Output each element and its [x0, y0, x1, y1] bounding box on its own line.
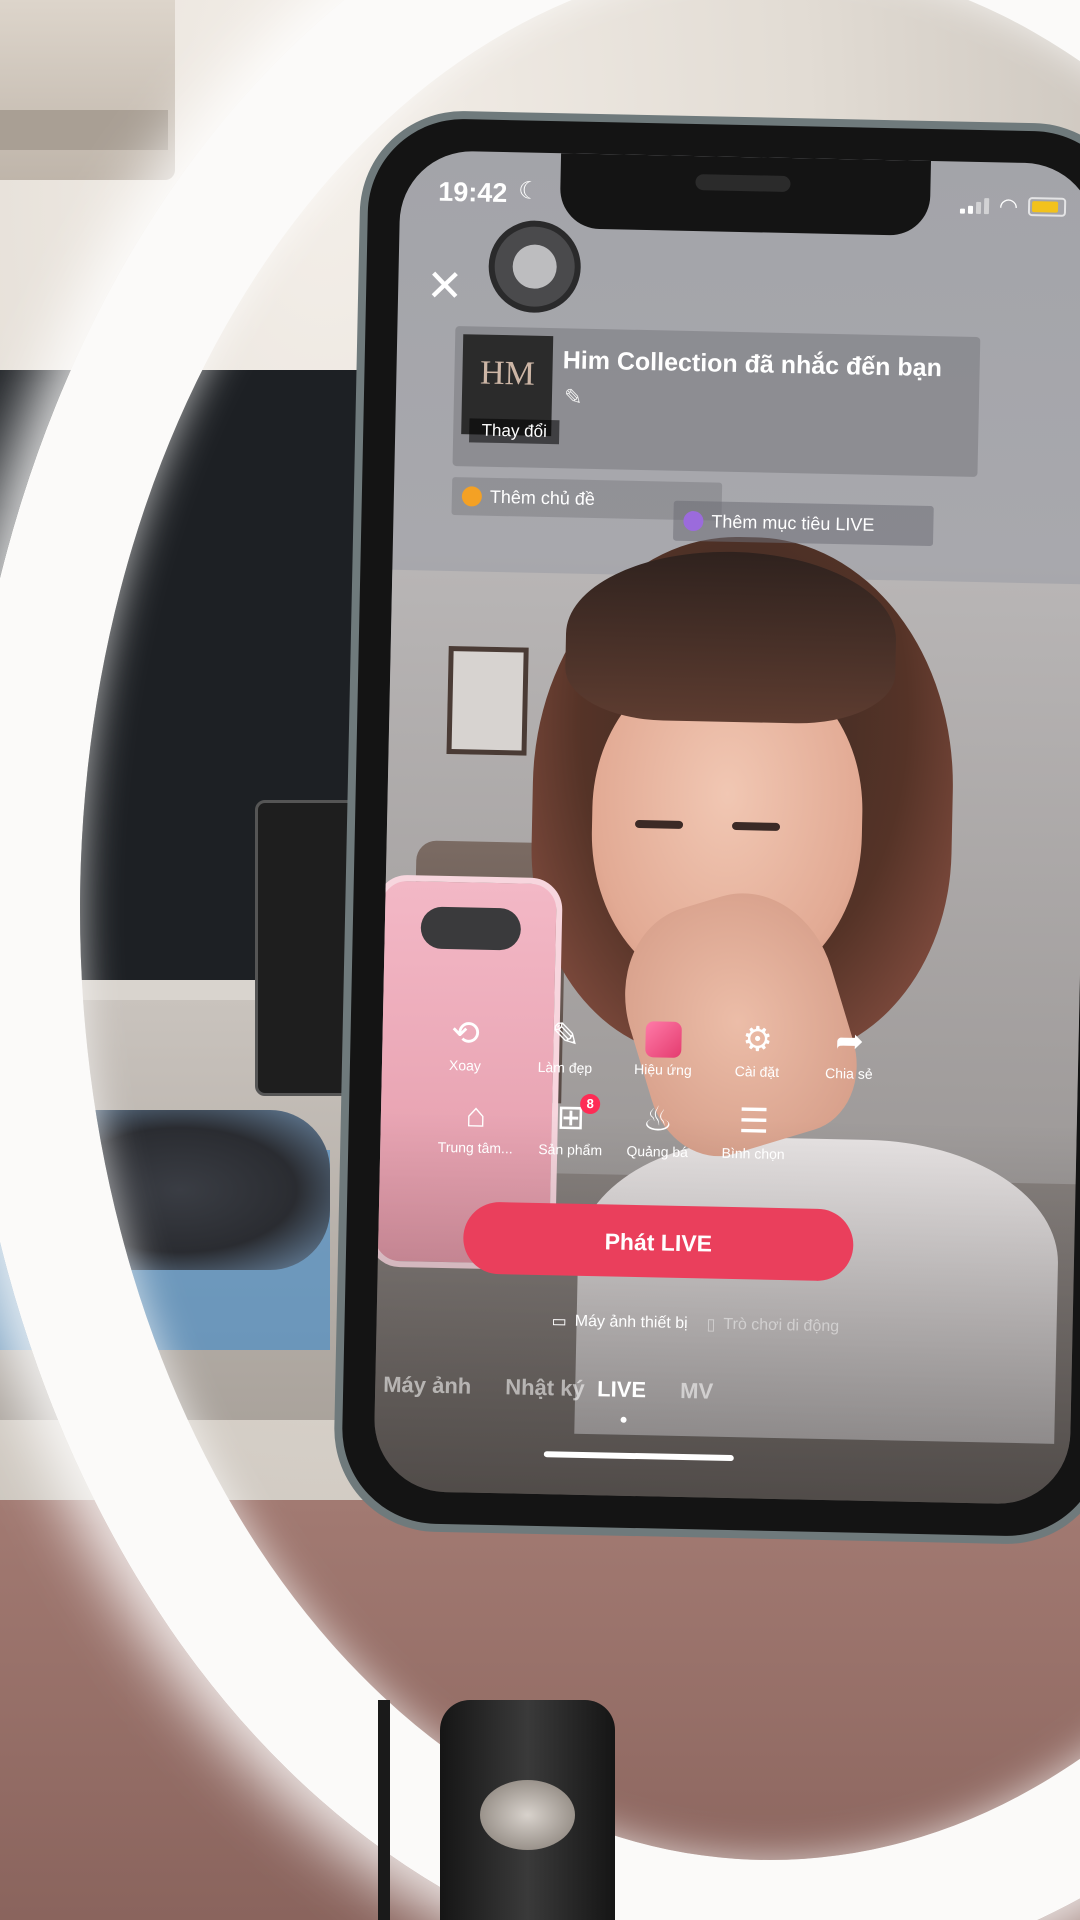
- tab-camera[interactable]: Máy ảnh: [383, 1372, 472, 1400]
- target-icon: [683, 510, 704, 532]
- cover-thumbnail[interactable]: HM Thay đổi: [461, 334, 560, 445]
- mobile-gaming-label: Trò chơi di động: [723, 1315, 840, 1336]
- pencil-icon[interactable]: ✎: [564, 384, 583, 410]
- preview-picture-frame: [446, 645, 529, 756]
- phone-device: 19:42 ☾ ◠ ✕ HM Thay đổi Him Collection đ…: [340, 117, 1080, 1538]
- flame-icon: ♨: [642, 1100, 674, 1139]
- go-live-button[interactable]: Phát LIVE: [462, 1201, 855, 1282]
- device-camera-option[interactable]: ▭ Máy ảnh thiết bị: [551, 1311, 687, 1334]
- camera-rotate-icon: ⟲: [450, 1014, 481, 1053]
- add-live-goal-button[interactable]: Thêm mục tiêu LIVE: [672, 500, 934, 547]
- device-camera-label: Máy ảnh thiết bị: [574, 1312, 688, 1333]
- wifi-icon: ◠: [998, 192, 1019, 219]
- battery-icon: [1027, 197, 1067, 217]
- tool-label: Xoay: [448, 1057, 482, 1074]
- change-cover-button[interactable]: Thay đổi: [469, 418, 560, 445]
- live-title-card[interactable]: HM Thay đổi Him Collection đã nhắc đến b…: [452, 326, 981, 477]
- preview-eye-right: [731, 821, 781, 831]
- signal-icon: [959, 197, 990, 214]
- tiktok-live-screen: 19:42 ☾ ◠ ✕ HM Thay đổi Him Collection đ…: [373, 149, 1080, 1506]
- effects-icon: [645, 1021, 682, 1058]
- add-topic-label: Thêm chủ đề: [489, 486, 596, 509]
- air-conditioner: [0, 0, 175, 180]
- tool-label: Chia sẻ: [824, 1064, 873, 1082]
- beauty-tool-button[interactable]: ✎ Làm đẹp: [510, 1012, 621, 1076]
- status-icons: ◠: [959, 192, 1067, 219]
- rotate-tool-button[interactable]: ⟲ Xoay: [410, 1010, 521, 1074]
- video-camera-icon: ▭: [551, 1313, 567, 1331]
- tool-label: Trung tâm...: [437, 1138, 513, 1157]
- tool-label: Quảng bá: [626, 1142, 689, 1161]
- topic-icon: [461, 486, 483, 507]
- tool-label: Làm đẹp: [537, 1058, 593, 1077]
- phone-notch: [559, 153, 932, 236]
- cable: [378, 1700, 390, 1920]
- poll-button[interactable]: ☰ Bình chọn: [698, 1098, 809, 1162]
- share-tool-button[interactable]: ➦ Chia sẻ: [794, 1018, 905, 1082]
- phone-clamp-left: [255, 800, 361, 1096]
- preview-shade: [373, 1110, 1077, 1506]
- gamepad-icon: ▯: [706, 1316, 716, 1334]
- camera-flip-icon[interactable]: [487, 219, 582, 314]
- tripod-stand: [440, 1700, 615, 1920]
- magic-wand-icon: ✎: [550, 1016, 581, 1055]
- close-icon[interactable]: ✕: [426, 260, 464, 312]
- active-tab-indicator: [620, 1416, 627, 1423]
- poll-icon: ☰: [738, 1102, 770, 1141]
- tool-label: Bình chọn: [721, 1144, 785, 1163]
- status-time: 19:42: [437, 176, 508, 209]
- tab-mv[interactable]: MV: [680, 1378, 714, 1405]
- tab-story[interactable]: Nhật ký: [505, 1374, 585, 1402]
- preview-eye-left: [634, 819, 684, 829]
- live-title-input[interactable]: Him Collection đã nhắc đến bạn: [562, 346, 942, 383]
- add-live-goal-label: Thêm mục tiêu LIVE: [711, 510, 875, 535]
- mobile-gaming-option[interactable]: ▯ Trò chơi di động: [706, 1315, 839, 1338]
- share-arrow-icon: ➦: [834, 1022, 865, 1061]
- promote-button[interactable]: ♨ Quảng bá: [602, 1096, 713, 1160]
- moon-icon: ☾: [518, 177, 541, 205]
- tab-live[interactable]: LIVE: [597, 1376, 646, 1403]
- cover-logo: HM: [479, 354, 536, 393]
